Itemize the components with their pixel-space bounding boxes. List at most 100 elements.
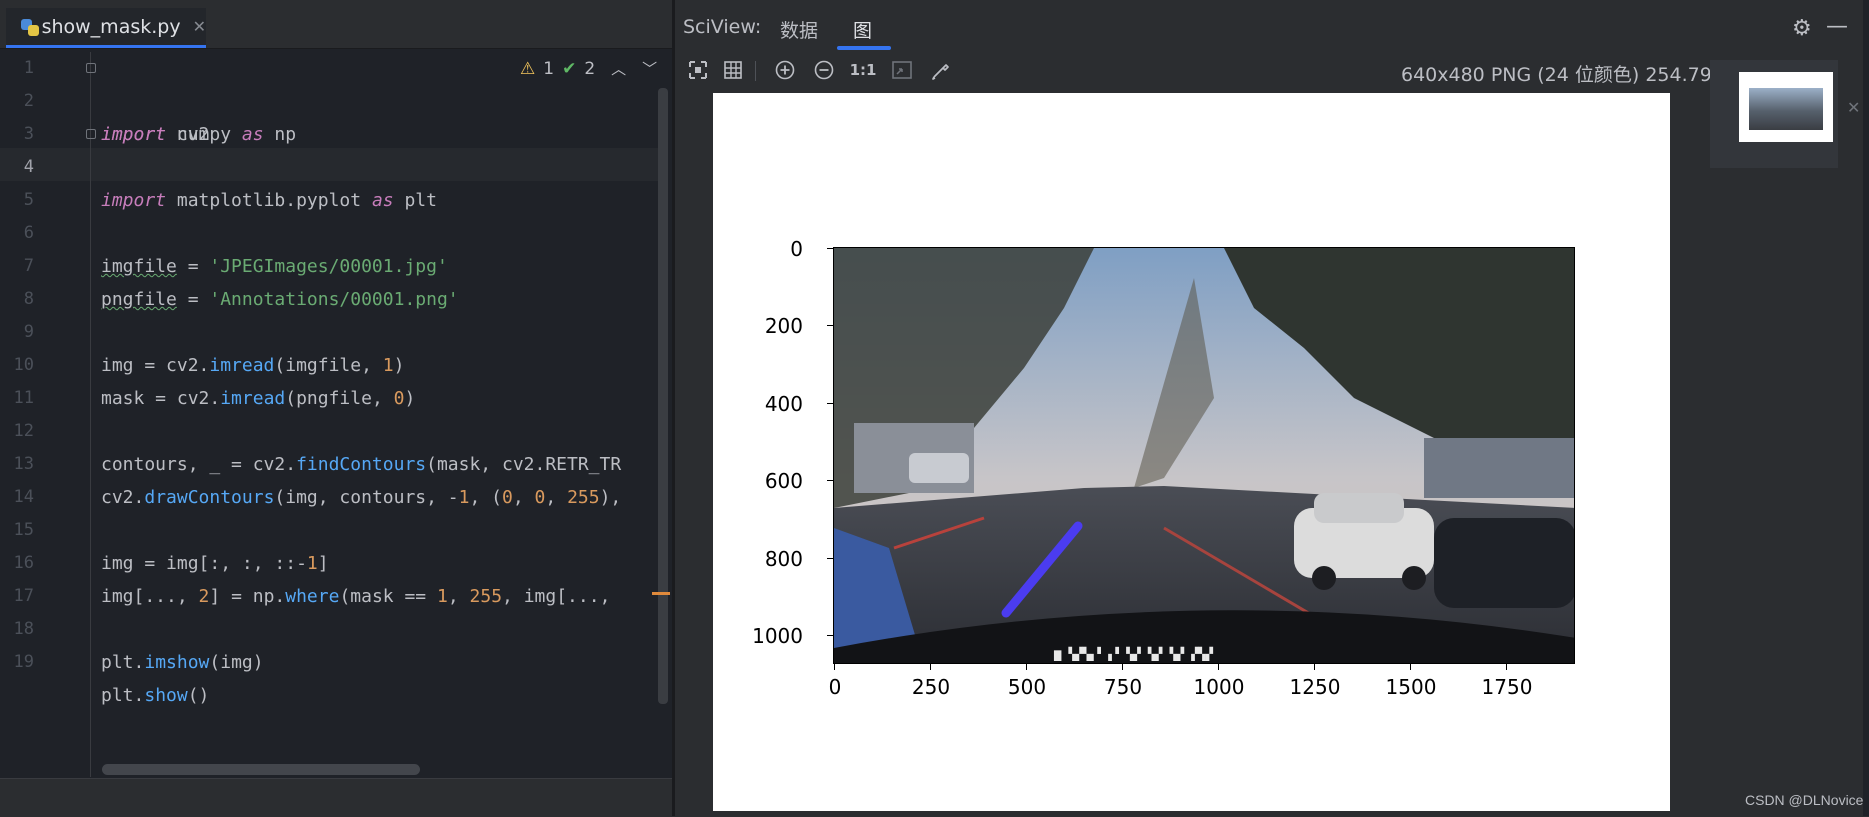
sciview-header: SciView: 数据 图 ⚙ — — [675, 8, 1869, 50]
actual-size-icon[interactable]: 1:1 — [850, 57, 877, 83]
code-text: (img, contours, - — [274, 487, 459, 508]
ok-count: 2 — [584, 58, 596, 79]
code-line-18[interactable]: plt.imshow(img) — [0, 613, 264, 673]
tab-data[interactable]: 数据 — [780, 16, 818, 43]
x-tick-mark — [1314, 664, 1315, 670]
code-text: mask = cv2. — [101, 388, 221, 409]
code-editor: show_mask.py ✕ 1 2 3 4 5 6 7 8 9 10 11 12 13 14 15 16 17… — [0, 0, 672, 817]
code-line-19[interactable]: plt.show() — [0, 646, 209, 706]
code-text: (img) — [209, 652, 264, 673]
tab-plots[interactable]: 图 — [853, 16, 872, 43]
y-tick-label: 400 — [764, 392, 803, 416]
x-tick-mark — [1410, 664, 1411, 670]
horizontal-scrollbar[interactable] — [102, 764, 420, 775]
color-picker-icon[interactable] — [928, 57, 954, 83]
code-line-15[interactable]: img = img[:, :, ::-1] — [0, 514, 329, 574]
number-literal: 0 — [502, 487, 513, 508]
thumbnail-image — [1749, 88, 1823, 130]
code-text: numpy — [166, 124, 242, 145]
fit-window-icon[interactable] — [685, 57, 711, 83]
code-line-12[interactable]: contours, _ = cv2.findContours(mask, cv2… — [0, 415, 621, 475]
code-text: ) — [393, 355, 405, 376]
vertical-scrollbar[interactable] — [658, 88, 668, 704]
editor-status-bar — [0, 778, 672, 817]
code-text: matplotlib.pyplot — [166, 190, 372, 211]
svg-text:▆ ▚▞▚▖▘▗▝ ▚▞ ▚▞ ▚▞ ▞▚▞: ▆ ▚▞▚▖▘▗▝ ▚▞ ▚▞ ▚▞ ▞▚▞ — [1053, 646, 1214, 661]
sciview-panel: SciView: 数据 图 ⚙ — 1:1 640x480 PNG (24 位颜… — [675, 0, 1869, 816]
x-tick-label: 0 — [828, 675, 842, 699]
function-call: imshow — [144, 652, 210, 673]
plot-thumbnail[interactable] — [1739, 72, 1833, 142]
current-line-highlight — [0, 148, 660, 181]
code-line-3[interactable]: import matplotlib.pyplot as plt — [0, 118, 437, 211]
zoom-out-icon[interactable] — [811, 57, 837, 83]
editor-tab-bar: show_mask.py ✕ — [0, 0, 672, 49]
fit-zoom-icon[interactable] — [889, 57, 915, 83]
code-text: np — [263, 124, 297, 145]
zoom-in-icon[interactable] — [772, 57, 798, 83]
code-text: , — [447, 586, 470, 607]
fold-icon[interactable] — [86, 129, 96, 139]
code-line-10[interactable]: mask = cv2.imread(pngfile, 0) — [0, 349, 415, 409]
code-text: plt — [393, 190, 437, 211]
warning-count: 1 — [543, 58, 555, 79]
code-text: imgfile — [101, 256, 177, 277]
x-tick-label: 500 — [1007, 675, 1047, 699]
gear-icon[interactable]: ⚙ — [1792, 16, 1812, 41]
code-text: ), — [599, 487, 622, 508]
x-tick-mark — [1218, 664, 1219, 670]
keyword: import — [101, 190, 167, 211]
keyword: import — [101, 124, 167, 145]
code-text: img = cv2. — [101, 355, 210, 376]
code-text: (mask, cv2.RETR_TR — [426, 454, 622, 475]
code-line-2[interactable]: import numpy as np — [0, 85, 296, 145]
scrollbar-marker[interactable] — [652, 592, 670, 595]
warning-icon: ⚠ — [520, 58, 536, 79]
chevron-down-icon[interactable]: ﹀ — [642, 58, 657, 79]
code-line-1[interactable]: import cv2 — [0, 52, 209, 145]
number-literal: 0 — [393, 388, 405, 409]
code-text: (pngfile, — [285, 388, 394, 409]
code-text: img[..., — [101, 586, 199, 607]
y-tick-label: 1000 — [752, 624, 803, 648]
x-tick-label: 250 — [911, 675, 951, 699]
number-literal: 0 — [534, 487, 546, 508]
number-literal: 1 — [436, 586, 448, 607]
code-text: () — [187, 685, 210, 706]
toolbar-separator — [755, 61, 756, 81]
file-tab-show-mask[interactable]: show_mask.py ✕ — [6, 8, 206, 48]
code-line-6[interactable]: imgfile = 'JPEGImages/00001.jpg' — [0, 217, 448, 277]
close-icon[interactable]: ✕ — [1847, 98, 1860, 117]
chevron-up-icon[interactable]: ︿ — [611, 58, 626, 79]
y-tick-label: 0 — [790, 237, 803, 261]
number-literal: 1 — [306, 553, 318, 574]
x-tick-mark — [930, 664, 931, 670]
grid-icon[interactable] — [720, 57, 746, 83]
function-call: findContours — [296, 454, 427, 475]
fold-icon[interactable] — [86, 63, 96, 73]
number-literal: 255 — [469, 586, 503, 607]
close-tab-icon[interactable]: ✕ — [193, 17, 206, 36]
code-text: (mask == — [339, 586, 437, 607]
plot-canvas: 0 200 400 600 800 1000 ▆ ▚▞▚▖▘▗▝ ▚▞ ▚▞ ▚… — [713, 93, 1670, 811]
minimize-icon[interactable]: — — [1826, 14, 1848, 39]
x-tick-label: 1750 — [1481, 675, 1533, 699]
code-line-7[interactable]: pngfile = 'Annotations/00001.png' — [0, 250, 459, 310]
function-call: imread — [209, 355, 275, 376]
keyword: as — [371, 190, 394, 211]
check-icon: ✔ — [562, 58, 577, 79]
code-line-16[interactable]: img[..., 2] = np.where(mask == 1, 255, i… — [0, 547, 610, 607]
code-text: img = img[:, :, ::- — [101, 553, 307, 574]
active-tab-indicator — [837, 46, 891, 50]
string-literal: 'Annotations/00001.png' — [209, 289, 459, 310]
y-tick-label: 200 — [764, 314, 803, 338]
code-text: , img[..., — [502, 586, 611, 607]
code-text: pngfile — [101, 289, 177, 310]
code-line-13[interactable]: cv2.drawContours(img, contours, -1, (0, … — [0, 448, 621, 508]
code-text: cv2. — [101, 487, 145, 508]
function-call: imread — [220, 388, 286, 409]
inspection-widget[interactable]: ⚠ 1 ✔ 2 ︿ ﹀ — [520, 58, 657, 79]
function-call: show — [144, 685, 188, 706]
code-line-9[interactable]: img = cv2.imread(imgfile, 1) — [0, 316, 404, 376]
x-tick-mark — [1506, 664, 1507, 670]
